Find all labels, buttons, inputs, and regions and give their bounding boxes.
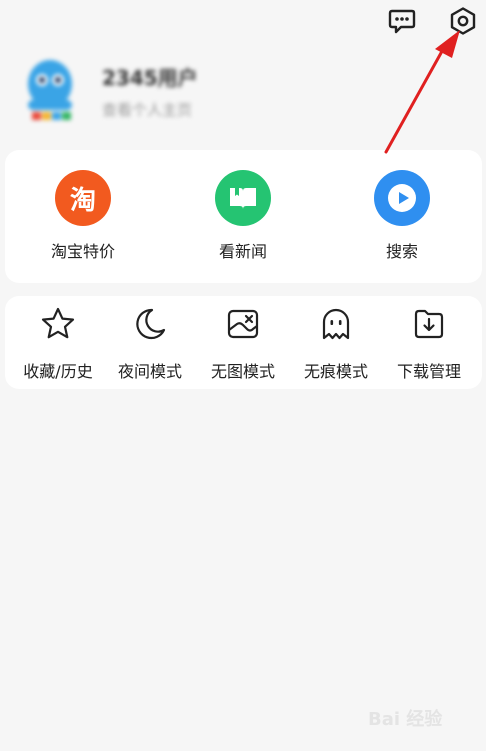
tool-label: 下载管理 bbox=[396, 362, 461, 381]
quick-action-taobao[interactable]: 淘 淘宝特价 bbox=[28, 170, 138, 262]
avatar[interactable] bbox=[18, 54, 82, 126]
watermark: Bai 经验 bbox=[368, 709, 443, 730]
quick-action-news[interactable]: 看新闻 bbox=[188, 170, 298, 262]
profile-header: 2345用户 查看个人主页 bbox=[0, 0, 486, 150]
tool-incognito-mode[interactable]: 无痕模式 bbox=[288, 304, 384, 382]
profile-info[interactable]: 2345用户 查看个人主页 bbox=[102, 62, 198, 120]
profile-subtitle: 查看个人主页 bbox=[102, 101, 193, 119]
quick-action-label: 看新闻 bbox=[218, 242, 267, 261]
star-icon bbox=[38, 304, 78, 344]
no-image-icon bbox=[223, 304, 263, 344]
taobao-icon: 淘 bbox=[55, 170, 111, 226]
tool-label: 夜间模式 bbox=[117, 362, 182, 381]
quick-action-label: 搜索 bbox=[385, 242, 418, 261]
message-icon[interactable] bbox=[386, 5, 418, 37]
tools-card: 收藏/历史 夜间模式 无图模式 无痕模式 下载管理 bbox=[5, 296, 482, 389]
play-icon bbox=[374, 170, 430, 226]
quick-actions-card: 淘 淘宝特价 看新闻 搜索 bbox=[5, 150, 482, 283]
ghost-icon bbox=[316, 304, 356, 344]
tool-label: 无痕模式 bbox=[303, 362, 368, 381]
tool-no-image-mode[interactable]: 无图模式 bbox=[195, 304, 291, 382]
tool-label: 收藏/历史 bbox=[23, 362, 93, 381]
tool-download-manager[interactable]: 下载管理 bbox=[381, 304, 477, 382]
news-book-icon bbox=[215, 170, 271, 226]
settings-icon[interactable] bbox=[447, 5, 479, 37]
tool-label: 无图模式 bbox=[210, 362, 275, 381]
quick-action-search[interactable]: 搜索 bbox=[347, 170, 457, 262]
moon-icon bbox=[130, 304, 170, 344]
tool-night-mode[interactable]: 夜间模式 bbox=[102, 304, 198, 382]
quick-action-label: 淘宝特价 bbox=[50, 242, 115, 261]
download-folder-icon bbox=[409, 304, 449, 344]
username: 2345用户 bbox=[102, 66, 198, 90]
tool-favorites-history[interactable]: 收藏/历史 bbox=[10, 304, 106, 382]
